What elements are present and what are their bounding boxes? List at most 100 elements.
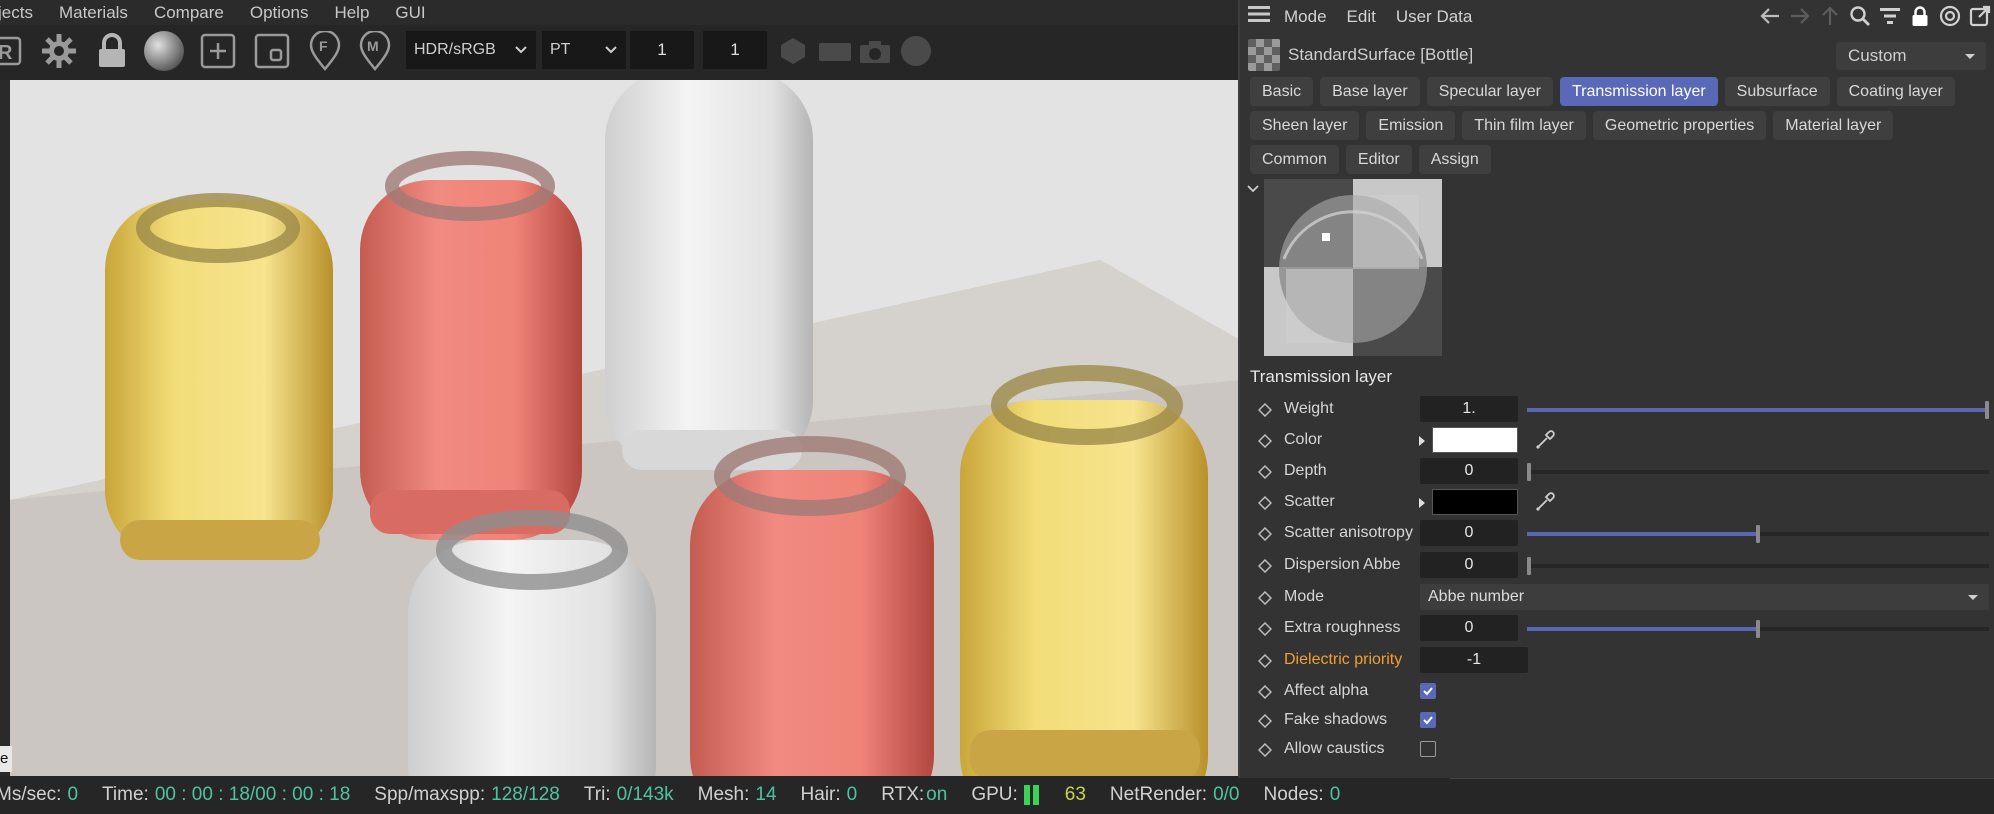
scatter-anisotropy-field[interactable]: 0 — [1420, 520, 1518, 546]
tab-transmission-layer[interactable]: Transmission layer — [1560, 77, 1718, 106]
camera-icon[interactable] — [858, 33, 892, 69]
material-picker-icon[interactable]: M — [356, 31, 394, 71]
focus-picker-icon[interactable]: F — [306, 31, 344, 71]
target-icon[interactable] — [1938, 4, 1962, 28]
scatter-anisotropy-slider[interactable] — [1527, 525, 1989, 543]
keyframe-diamond-icon[interactable] — [1257, 621, 1273, 641]
keyframe-diamond-icon[interactable] — [1257, 526, 1273, 546]
hamburger-menu-icon[interactable] — [1248, 5, 1270, 28]
tab-emission[interactable]: Emission — [1366, 111, 1456, 140]
keyframe-diamond-icon[interactable] — [1257, 713, 1273, 733]
sphere-icon[interactable] — [898, 33, 934, 69]
slider-knob[interactable] — [1527, 463, 1531, 481]
tab-editor[interactable]: Editor — [1345, 145, 1412, 174]
bottom-right-area — [1450, 778, 1994, 814]
keyframe-diamond-icon[interactable] — [1257, 742, 1273, 762]
expand-triangle-icon[interactable] — [1417, 496, 1427, 514]
menu-gui[interactable]: GUI — [395, 3, 425, 23]
slider-knob[interactable] — [1756, 620, 1760, 638]
value-field-2[interactable]: 1 — [703, 31, 767, 69]
keyframe-diamond-icon[interactable] — [1257, 495, 1273, 515]
menu-options[interactable]: Options — [250, 3, 309, 23]
viewer-side-tab[interactable]: e — [0, 746, 12, 772]
expand-triangle-icon[interactable] — [1417, 434, 1427, 452]
attribute-manager: Mode Edit User Data StandardSurface [Bot… — [1238, 0, 1994, 778]
hexagon-icon[interactable] — [778, 33, 808, 69]
value-field-1[interactable]: 1 — [630, 31, 694, 69]
filter-icon[interactable] — [1878, 4, 1902, 28]
add-region-icon[interactable] — [198, 33, 238, 69]
eyedropper-icon[interactable] — [1534, 429, 1556, 456]
arrow-up-icon[interactable] — [1818, 4, 1842, 28]
chevron-down-icon — [1965, 589, 1981, 610]
menu-mode[interactable]: Mode — [1284, 7, 1327, 27]
lock-icon[interactable] — [1908, 4, 1932, 28]
keyframe-diamond-icon[interactable] — [1257, 558, 1273, 578]
tab-common[interactable]: Common — [1250, 145, 1339, 174]
param-label: Scatter anisotropy — [1284, 524, 1413, 541]
tab-subsurface[interactable]: Subsurface — [1724, 77, 1830, 106]
color-swatch[interactable] — [1432, 427, 1518, 453]
slider-knob[interactable] — [1985, 401, 1989, 419]
weight-slider[interactable] — [1527, 401, 1989, 419]
depth-slider[interactable] — [1527, 463, 1989, 481]
keyframe-diamond-icon[interactable] — [1257, 464, 1273, 484]
tab-basic[interactable]: Basic — [1250, 77, 1314, 106]
menu-objects[interactable]: jects — [0, 3, 33, 23]
rectangle-icon[interactable] — [818, 33, 852, 69]
tab-geometric-properties[interactable]: Geometric properties — [1592, 111, 1767, 140]
material-thumbnail-icon — [1248, 39, 1280, 71]
gpu-usage-bar — [1023, 785, 1030, 805]
dispersion-abbe-field[interactable]: 0 — [1420, 552, 1518, 578]
arrow-right-icon[interactable] — [1788, 4, 1812, 28]
keyframe-diamond-icon[interactable] — [1257, 590, 1273, 610]
material-ball-icon[interactable] — [142, 31, 186, 71]
material-preview[interactable] — [1264, 179, 1442, 356]
menu-user-data[interactable]: User Data — [1396, 7, 1473, 27]
bottle-yellow-left — [105, 193, 333, 560]
extra-roughness-field[interactable]: 0 — [1420, 615, 1518, 641]
tabs-row-3: Common Editor Assign — [1250, 145, 1491, 174]
tab-material-layer[interactable]: Material layer — [1773, 111, 1894, 140]
keyframe-diamond-icon[interactable] — [1257, 653, 1273, 673]
affect-alpha-checkbox[interactable] — [1420, 683, 1436, 699]
depth-field[interactable]: 0 — [1420, 458, 1518, 484]
render-viewport[interactable] — [10, 80, 1240, 776]
eyedropper-icon[interactable] — [1534, 491, 1556, 518]
dispersion-abbe-slider[interactable] — [1527, 557, 1989, 575]
search-icon[interactable] — [1848, 4, 1872, 28]
mode-dropdown[interactable]: Abbe number — [1420, 584, 1989, 610]
allow-caustics-checkbox[interactable] — [1420, 741, 1436, 757]
new-window-icon[interactable] — [1968, 4, 1992, 28]
keyframe-diamond-icon[interactable] — [1257, 684, 1273, 704]
tab-sheen-layer[interactable]: Sheen layer — [1250, 111, 1360, 140]
keyframe-diamond-icon[interactable] — [1257, 433, 1273, 453]
menu-compare[interactable]: Compare — [154, 3, 224, 23]
settings-gear-icon[interactable] — [38, 33, 80, 69]
menu-help[interactable]: Help — [334, 3, 369, 23]
menu-edit[interactable]: Edit — [1347, 7, 1376, 27]
weight-field[interactable]: 1. — [1420, 396, 1518, 422]
dielectric-priority-field[interactable]: -1 — [1420, 647, 1528, 673]
arrow-left-icon[interactable] — [1758, 4, 1782, 28]
menu-materials[interactable]: Materials — [59, 3, 128, 23]
slider-knob[interactable] — [1527, 557, 1531, 575]
lock-icon[interactable] — [92, 33, 132, 69]
extra-roughness-slider[interactable] — [1527, 620, 1989, 638]
scatter-swatch[interactable] — [1432, 489, 1518, 515]
chevron-down-icon[interactable] — [1246, 182, 1260, 201]
region-render-icon[interactable]: R — [0, 33, 24, 69]
fake-shadows-checkbox[interactable] — [1420, 712, 1436, 728]
preset-dropdown[interactable]: Custom — [1836, 42, 1986, 70]
tab-base-layer[interactable]: Base layer — [1320, 77, 1420, 106]
color-space-select[interactable]: HDR/sRGB — [406, 31, 536, 69]
hair-value: 0 — [846, 784, 858, 805]
tab-assign[interactable]: Assign — [1418, 145, 1491, 174]
kernel-select[interactable]: PT — [542, 31, 626, 69]
keyframe-diamond-icon[interactable] — [1257, 402, 1273, 422]
slider-knob[interactable] — [1756, 525, 1760, 543]
tab-coating-layer[interactable]: Coating layer — [1836, 77, 1955, 106]
tab-thin-film-layer[interactable]: Thin film layer — [1462, 111, 1586, 140]
film-region-icon[interactable] — [252, 33, 292, 69]
tab-specular-layer[interactable]: Specular layer — [1426, 77, 1553, 106]
